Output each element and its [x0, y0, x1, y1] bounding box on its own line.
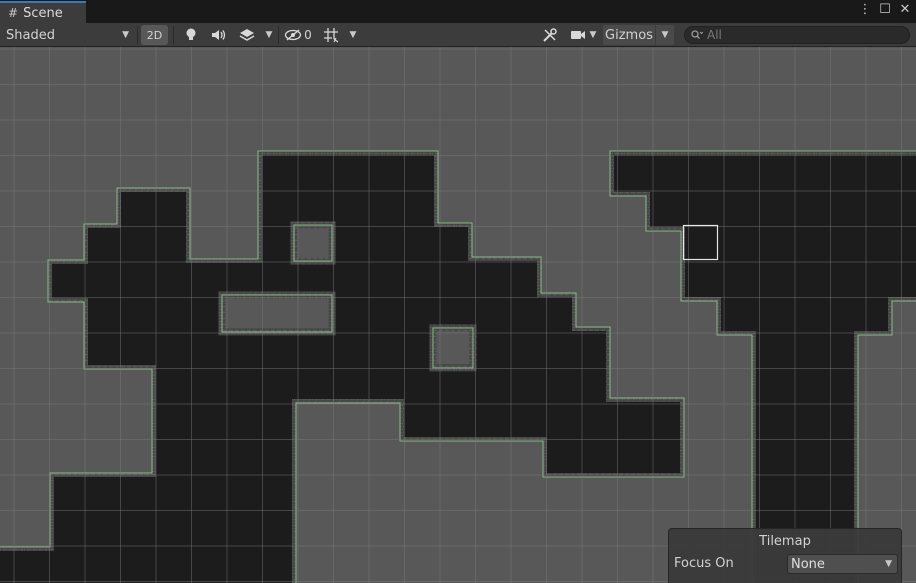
shading-mode-label: Shaded [6, 27, 55, 43]
search-icon [691, 30, 703, 39]
dropdown-arrow-icon: ▼ [122, 30, 129, 40]
scene-visibility-toggle[interactable]: 0 [281, 25, 315, 45]
dropdown-arrow-icon: ▼ [349, 30, 357, 40]
scene-toolbar: Shaded ▼ 2D ▼ 0 ▼ ▼ Gizmos ▼ All [0, 23, 916, 47]
2d-mode-toggle[interactable]: 2D [141, 25, 168, 45]
gizmos-toggle[interactable]: Gizmos [603, 25, 655, 45]
close-icon[interactable]: ✕ [898, 2, 912, 17]
scene-tab[interactable]: # Scene [0, 1, 86, 23]
audio-toggle[interactable] [206, 25, 232, 45]
tools-button[interactable] [537, 25, 563, 45]
dropdown-arrow-icon: ▼ [589, 30, 597, 40]
effects-toggle[interactable] [234, 25, 260, 45]
grid-snap-icon [324, 28, 339, 43]
scene-search-field[interactable] [684, 26, 910, 44]
dropdown-arrow-icon: ▼ [265, 30, 273, 40]
toolbar-divider [278, 26, 279, 44]
camera-icon [570, 31, 585, 39]
toolbar-divider [137, 26, 138, 44]
gizmos-dropdown[interactable]: ▼ [656, 25, 674, 45]
tab-bar: # Scene ⋮ ☐ ✕ [0, 0, 916, 23]
dropdown-arrow-icon: ▼ [661, 30, 669, 40]
lightbulb-icon [186, 28, 196, 40]
toolbar-divider [173, 26, 174, 44]
shading-mode-dropdown[interactable]: Shaded ▼ [3, 25, 133, 45]
effects-layers-icon [239, 29, 255, 41]
effects-dropdown[interactable]: ▼ [262, 25, 276, 45]
lighting-toggle[interactable] [178, 25, 204, 45]
eye-slash-icon [285, 29, 302, 41]
maximize-icon[interactable]: ☐ [878, 2, 892, 17]
hidden-objects-count: 0 [304, 28, 312, 42]
scene-tab-label: Scene [23, 5, 63, 21]
camera-settings-dropdown[interactable]: ▼ [566, 25, 600, 45]
focus-on-label: Focus On [674, 556, 734, 571]
window-actions: ⋮ ☐ ✕ [858, 2, 912, 17]
grid-toggle[interactable] [318, 25, 344, 45]
grid-hash-icon: # [8, 6, 19, 20]
search-input[interactable] [707, 28, 897, 42]
more-menu-icon[interactable]: ⋮ [858, 2, 872, 17]
overlay-title: Tilemap [759, 534, 811, 549]
tilemap-overlay-panel: Tilemap Focus On None ▼ [668, 528, 902, 583]
speaker-icon [212, 30, 226, 40]
tilemap-canvas[interactable] [0, 47, 916, 583]
grid-dropdown[interactable]: ▼ [346, 25, 360, 45]
focus-on-dropdown[interactable]: None ▼ [787, 554, 898, 574]
focus-on-value: None [791, 556, 825, 572]
dropdown-arrow-icon: ▼ [885, 559, 892, 569]
scene-viewport[interactable]: Tilemap Focus On None ▼ [0, 47, 916, 583]
wrench-cross-icon [543, 28, 557, 42]
